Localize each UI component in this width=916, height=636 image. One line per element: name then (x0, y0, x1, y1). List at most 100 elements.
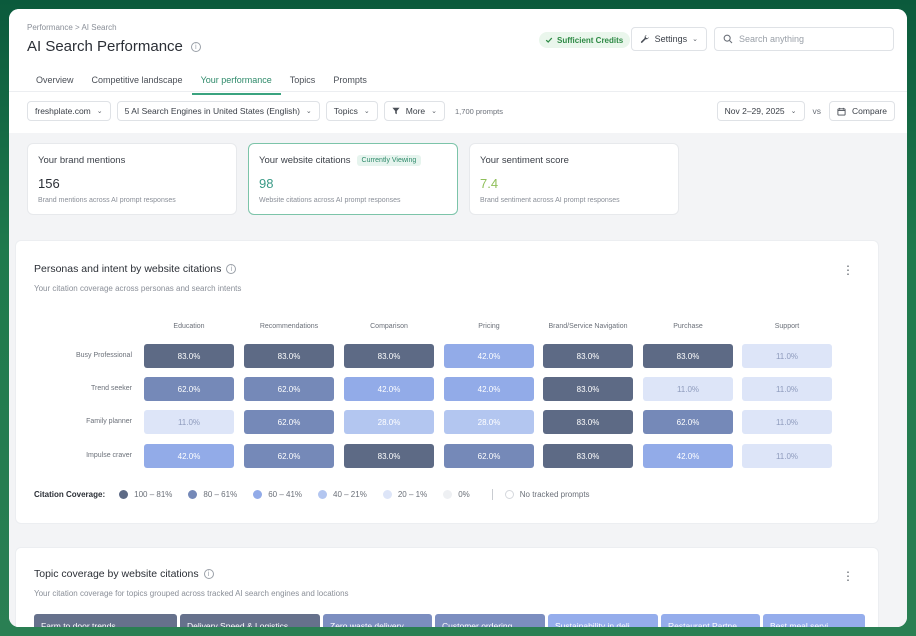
heatmap-cell[interactable]: 11.0% (742, 444, 832, 468)
topics-value: Topics (333, 106, 358, 116)
heatmap-cell[interactable]: 42.0% (144, 444, 234, 468)
page-header: Performance > AI Search AI Search Perfor… (9, 9, 907, 133)
check-icon (545, 37, 553, 43)
heatmap-cell[interactable]: 83.0% (543, 410, 633, 434)
heatmap-cell[interactable]: 83.0% (543, 344, 633, 368)
legend-label: 60 – 41% (268, 490, 303, 499)
heatmap-cell[interactable]: 42.0% (643, 444, 733, 468)
column-header: Comparison (370, 323, 408, 330)
column-header: Support (774, 323, 800, 330)
credits-label: Sufficient Credits (557, 35, 624, 45)
heatmap-cell[interactable]: 83.0% (344, 444, 434, 468)
heatmap-cell[interactable]: 83.0% (344, 344, 434, 368)
panel-title-text: Topic coverage by website citations (34, 568, 199, 580)
search-box[interactable] (714, 27, 894, 51)
legend-swatch (318, 490, 328, 499)
heatmap-cell[interactable]: 11.0% (742, 377, 832, 401)
topic-block[interactable]: Sustainability in deli... (548, 614, 658, 627)
info-icon[interactable]: i (190, 41, 201, 52)
legend-divider (491, 489, 493, 500)
more-filters-button[interactable]: More ⌄ (383, 101, 446, 121)
heatmap-cell[interactable]: 42.0% (344, 377, 434, 401)
legend-item: 80 – 61% (188, 490, 237, 499)
heatmap-cell[interactable]: 62.0% (244, 377, 334, 401)
credits-badge: Sufficient Credits (539, 32, 631, 48)
legend-label: 0% (458, 490, 470, 499)
vs-label: vs (812, 106, 822, 116)
panel-title: Topic coverage by website citations i (34, 568, 214, 580)
card-value: 156 (38, 176, 60, 191)
column-header: Education (173, 323, 205, 330)
info-icon[interactable]: i (226, 264, 237, 274)
legend-swatch (504, 490, 514, 499)
heatmap-cell[interactable]: 62.0% (144, 377, 234, 401)
legend-label: 100 – 81% (134, 490, 173, 499)
domain-select[interactable]: freshplate.com ⌄ (27, 101, 111, 121)
heatmap-cell[interactable]: 83.0% (144, 344, 234, 368)
compare-button[interactable]: Compare (829, 101, 895, 121)
date-range-value: Nov 2–29, 2025 (724, 106, 785, 116)
sentiment-score-card[interactable]: Your sentiment score 7.4 Brand sentiment… (469, 143, 679, 215)
brand-mentions-card[interactable]: Your brand mentions 156 Brand mentions a… (27, 143, 237, 215)
topics-select[interactable]: Topics ⌄ (325, 101, 378, 121)
topic-block[interactable]: Farm to door trends (34, 614, 177, 627)
app-window: Performance > AI Search AI Search Perfor… (9, 9, 907, 627)
breadcrumb[interactable]: Performance > AI Search (27, 23, 117, 32)
heatmap-cell[interactable]: 83.0% (543, 377, 633, 401)
topic-block[interactable]: Best meal servi... (763, 614, 865, 627)
heatmap-cell[interactable]: 42.0% (444, 344, 534, 368)
topic-block[interactable]: Delivery Speed & Logistics (180, 614, 320, 627)
heatmap-cell[interactable]: 62.0% (244, 444, 334, 468)
row-header: Family planner (86, 418, 132, 425)
topic-block[interactable]: Zero waste delivery (323, 614, 432, 627)
card-title: Your brand mentions (38, 155, 226, 166)
heatmap-cell[interactable]: 83.0% (643, 344, 733, 368)
card-title: Your website citations Currently Viewing (259, 155, 447, 166)
search-icon (723, 34, 733, 44)
heatmap-cell[interactable]: 42.0% (444, 377, 534, 401)
website-citations-card[interactable]: Your website citations Currently Viewing… (248, 143, 458, 215)
coverage-legend: Citation Coverage: 100 – 81% 80 – 61% 60 –… (34, 489, 600, 500)
card-title-text: Your brand mentions (38, 155, 126, 166)
more-options-icon[interactable]: ⋮ (842, 264, 854, 276)
info-icon[interactable]: i (203, 569, 214, 579)
column-header: Pricing (478, 323, 500, 330)
legend-item: 100 – 81% (119, 490, 172, 499)
heatmap-cell[interactable]: 62.0% (643, 410, 733, 434)
heatmap-cell[interactable]: 28.0% (344, 410, 434, 434)
panel-title: Personas and intent by website citations… (34, 263, 237, 275)
date-range-select[interactable]: Nov 2–29, 2025 ⌄ (716, 101, 805, 121)
legend-label: No tracked prompts (519, 490, 590, 499)
heatmap-cell[interactable]: 11.0% (144, 410, 234, 434)
title-row: AI Search Performance i (27, 38, 201, 55)
heatmap-cell[interactable]: 28.0% (444, 410, 534, 434)
heatmap-cell[interactable]: 62.0% (244, 410, 334, 434)
heatmap-cell[interactable]: 83.0% (244, 344, 334, 368)
more-options-icon[interactable]: ⋮ (842, 570, 854, 582)
legend-item: 60 – 41% (253, 490, 302, 499)
topic-block[interactable]: Customer ordering... (435, 614, 545, 627)
filter-bar: freshplate.com ⌄ 5 AI Search Engines in … (27, 101, 503, 121)
panel-title-text: Personas and intent by website citations (34, 263, 222, 275)
date-area: Nov 2–29, 2025 ⌄ vs Compare (716, 101, 895, 121)
heatmap-cell[interactable]: 83.0% (543, 444, 633, 468)
filter-icon (392, 107, 400, 115)
legend-swatch (443, 490, 453, 499)
engines-select[interactable]: 5 AI Search Engines in United States (En… (116, 101, 320, 121)
heatmap-cell[interactable]: 11.0% (742, 344, 832, 368)
settings-label: Settings (654, 34, 688, 44)
main-content: Your brand mentions 156 Brand mentions a… (9, 133, 907, 627)
heatmap-cell[interactable]: 62.0% (444, 444, 534, 468)
heatmap-cell[interactable]: 11.0% (643, 377, 733, 401)
heatmap-cell[interactable]: 11.0% (742, 410, 832, 434)
topic-coverage-panel: Topic coverage by website citations i Yo… (15, 547, 879, 627)
topic-block[interactable]: Restaurant Partne... (661, 614, 760, 627)
panel-subtitle: Your citation coverage for topics groupe… (34, 589, 349, 598)
calendar-icon (837, 107, 846, 116)
row-header: Busy Professional (75, 352, 132, 359)
search-input[interactable] (739, 34, 879, 44)
settings-button[interactable]: Settings ⌄ (631, 27, 707, 51)
legend-swatch (188, 490, 198, 499)
domain-value: freshplate.com (35, 106, 91, 116)
panel-subtitle: Your citation coverage across personas a… (34, 284, 242, 293)
